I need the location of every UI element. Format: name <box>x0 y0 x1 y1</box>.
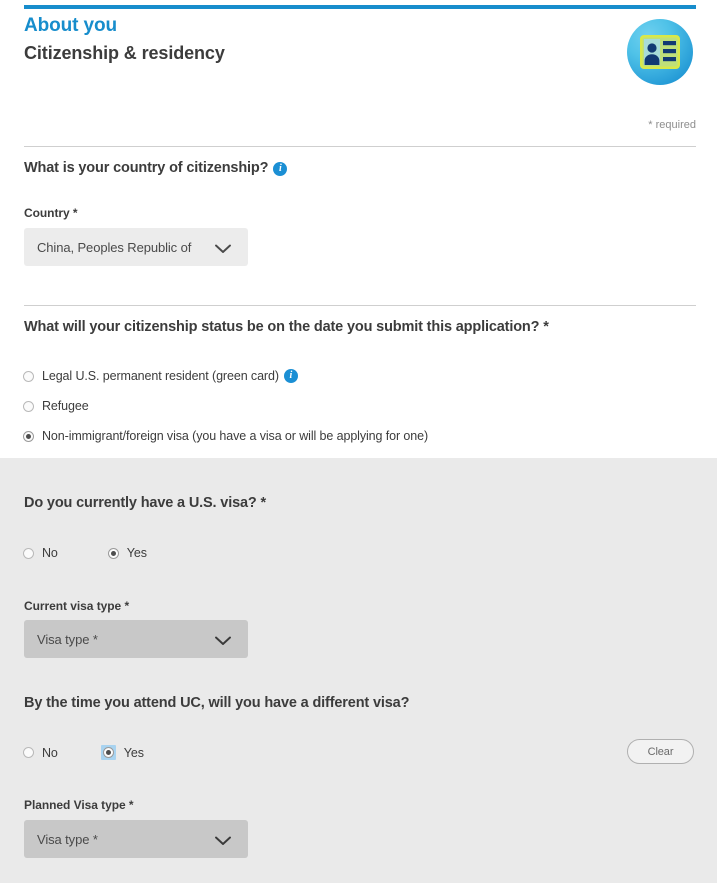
future-visa-radio-group: No Yes <box>23 745 144 760</box>
radio-label: No <box>42 546 58 560</box>
radio-icon[interactable] <box>107 547 119 559</box>
page-title: Citizenship & residency <box>24 43 225 63</box>
info-icon[interactable]: i <box>273 162 288 176</box>
radio-icon[interactable] <box>23 370 34 382</box>
id-card-icon <box>627 19 693 85</box>
radio-option-future-visa-yes[interactable]: Yes <box>100 745 144 760</box>
planned-visa-type-select[interactable]: Visa type * <box>24 820 248 858</box>
planned-visa-type-value: Visa type * <box>37 831 98 847</box>
country-select-value: China, Peoples Republic of <box>37 239 192 255</box>
header-eyebrow: About you <box>24 15 118 36</box>
radio-label: Yes <box>123 745 144 760</box>
current-visa-radio-group: No Yes <box>23 546 147 560</box>
radio-icon[interactable] <box>23 430 34 442</box>
question-future-visa: By the time you attend UC, will you have… <box>24 695 410 711</box>
citizenship-status-radio-group: Legal U.S. permanent resident (green car… <box>23 369 428 459</box>
radio-label: Legal U.S. permanent resident (green car… <box>42 369 279 383</box>
label-current-visa-type: Current visa type * <box>24 599 130 613</box>
question-country-of-citizenship: What is your country of citizenship? i <box>24 160 288 176</box>
required-note: * required <box>648 119 696 131</box>
citizenship-residency-page: About you Citizenship & residency * requ… <box>0 0 717 883</box>
top-accent-bar <box>24 5 696 9</box>
radio-label: Refugee <box>42 399 89 413</box>
info-icon[interactable]: i <box>283 369 298 383</box>
label-planned-visa-type: Planned Visa type * <box>24 798 134 812</box>
radio-option-non-immigrant-visa[interactable]: Non-immigrant/foreign visa (you have a v… <box>23 429 428 443</box>
chevron-down-icon <box>215 241 231 259</box>
radio-label: Yes <box>126 546 147 560</box>
radio-icon[interactable] <box>23 547 34 559</box>
radio-icon[interactable] <box>23 747 34 758</box>
label-country: Country * <box>24 206 78 220</box>
question-text: What is your country of citizenship? <box>24 160 269 176</box>
radio-label: No <box>42 745 58 760</box>
radio-icon[interactable] <box>23 400 34 412</box>
radio-option-refugee[interactable]: Refugee <box>23 399 428 413</box>
clear-button[interactable]: Clear <box>627 739 694 764</box>
current-visa-type-value: Visa type * <box>37 631 98 647</box>
chevron-down-icon <box>215 833 231 851</box>
radio-option-current-visa-yes[interactable]: Yes <box>107 546 147 560</box>
divider <box>24 305 696 306</box>
question-current-us-visa: Do you currently have a U.S. visa? * <box>24 495 266 511</box>
radio-focus-ring <box>100 745 116 760</box>
radio-label: Non-immigrant/foreign visa (you have a v… <box>42 429 429 443</box>
page-header: About you Citizenship & residency <box>24 14 696 66</box>
radio-option-future-visa-no[interactable]: No <box>23 746 58 760</box>
radio-icon[interactable] <box>102 747 114 758</box>
radio-option-current-visa-no[interactable]: No <box>23 546 58 560</box>
question-citizenship-status: What will your citizenship status be on … <box>24 319 549 335</box>
chevron-down-icon <box>215 633 231 651</box>
country-select[interactable]: China, Peoples Republic of <box>24 228 248 266</box>
current-visa-type-select[interactable]: Visa type * <box>24 620 248 658</box>
divider <box>24 146 696 147</box>
radio-option-permanent-resident[interactable]: Legal U.S. permanent resident (green car… <box>23 369 428 383</box>
